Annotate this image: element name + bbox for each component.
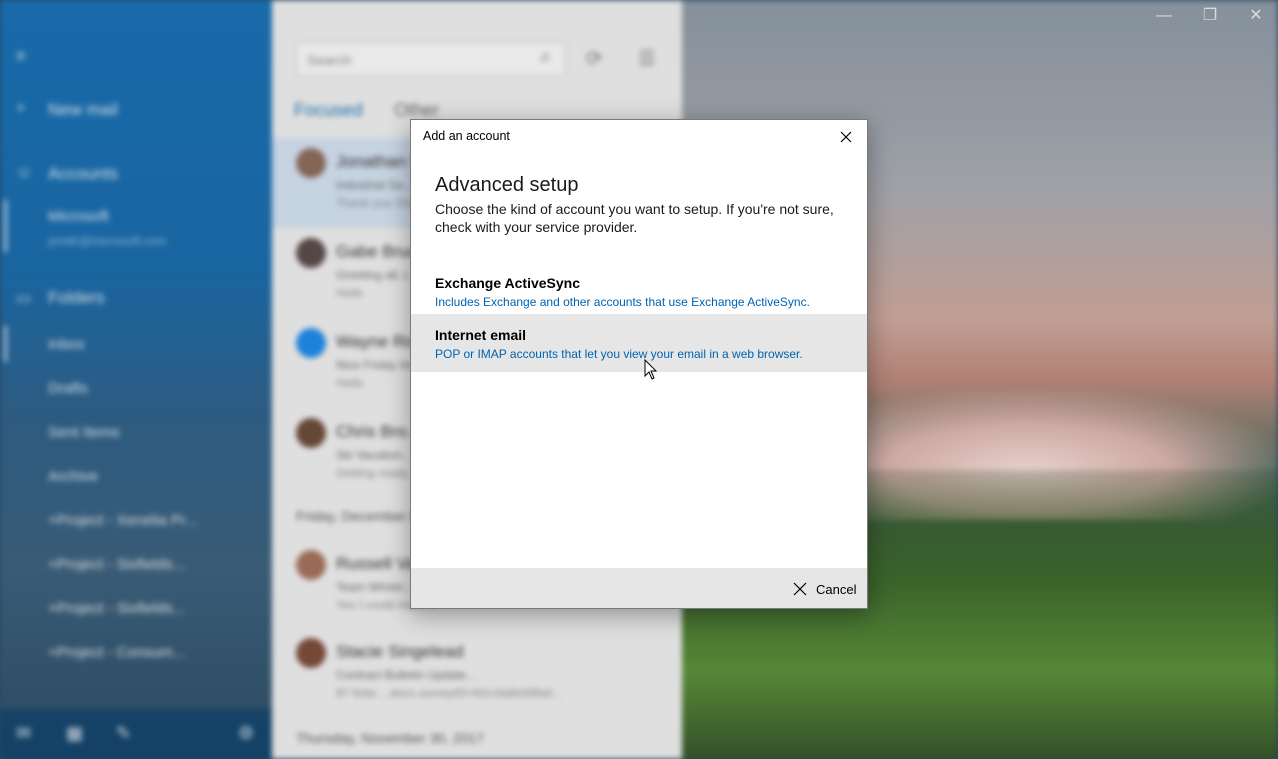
cancel-button[interactable]: Cancel [793,578,856,600]
option-title: Exchange ActiveSync [435,275,580,291]
option-description: Includes Exchange and other accounts tha… [435,295,810,309]
cancel-label: Cancel [816,581,857,597]
dialog-footer: Cancel [411,568,867,608]
add-account-dialog: Add an account Advanced setup Choose the… [410,119,868,609]
dialog-title: Add an account [423,129,510,143]
setup-description: Choose the kind of account you want to s… [435,201,834,235]
option-title: Internet email [435,327,527,343]
minimize-button[interactable]: — [1141,7,1187,25]
close-icon [793,582,807,596]
restore-button[interactable]: ❐ [1187,7,1233,25]
window-close-button[interactable]: ✕ [1233,7,1278,25]
option-internet-email[interactable]: Internet email POP or IMAP accounts that… [411,314,867,372]
option-exchange-activesync[interactable]: Exchange ActiveSync Includes Exchange an… [411,262,867,320]
mouse-cursor-icon [644,359,658,380]
option-description: POP or IMAP accounts that let you view y… [435,347,803,361]
page-title: Advanced setup [435,174,579,196]
close-icon [840,131,852,143]
dialog-close-button[interactable] [835,126,857,148]
